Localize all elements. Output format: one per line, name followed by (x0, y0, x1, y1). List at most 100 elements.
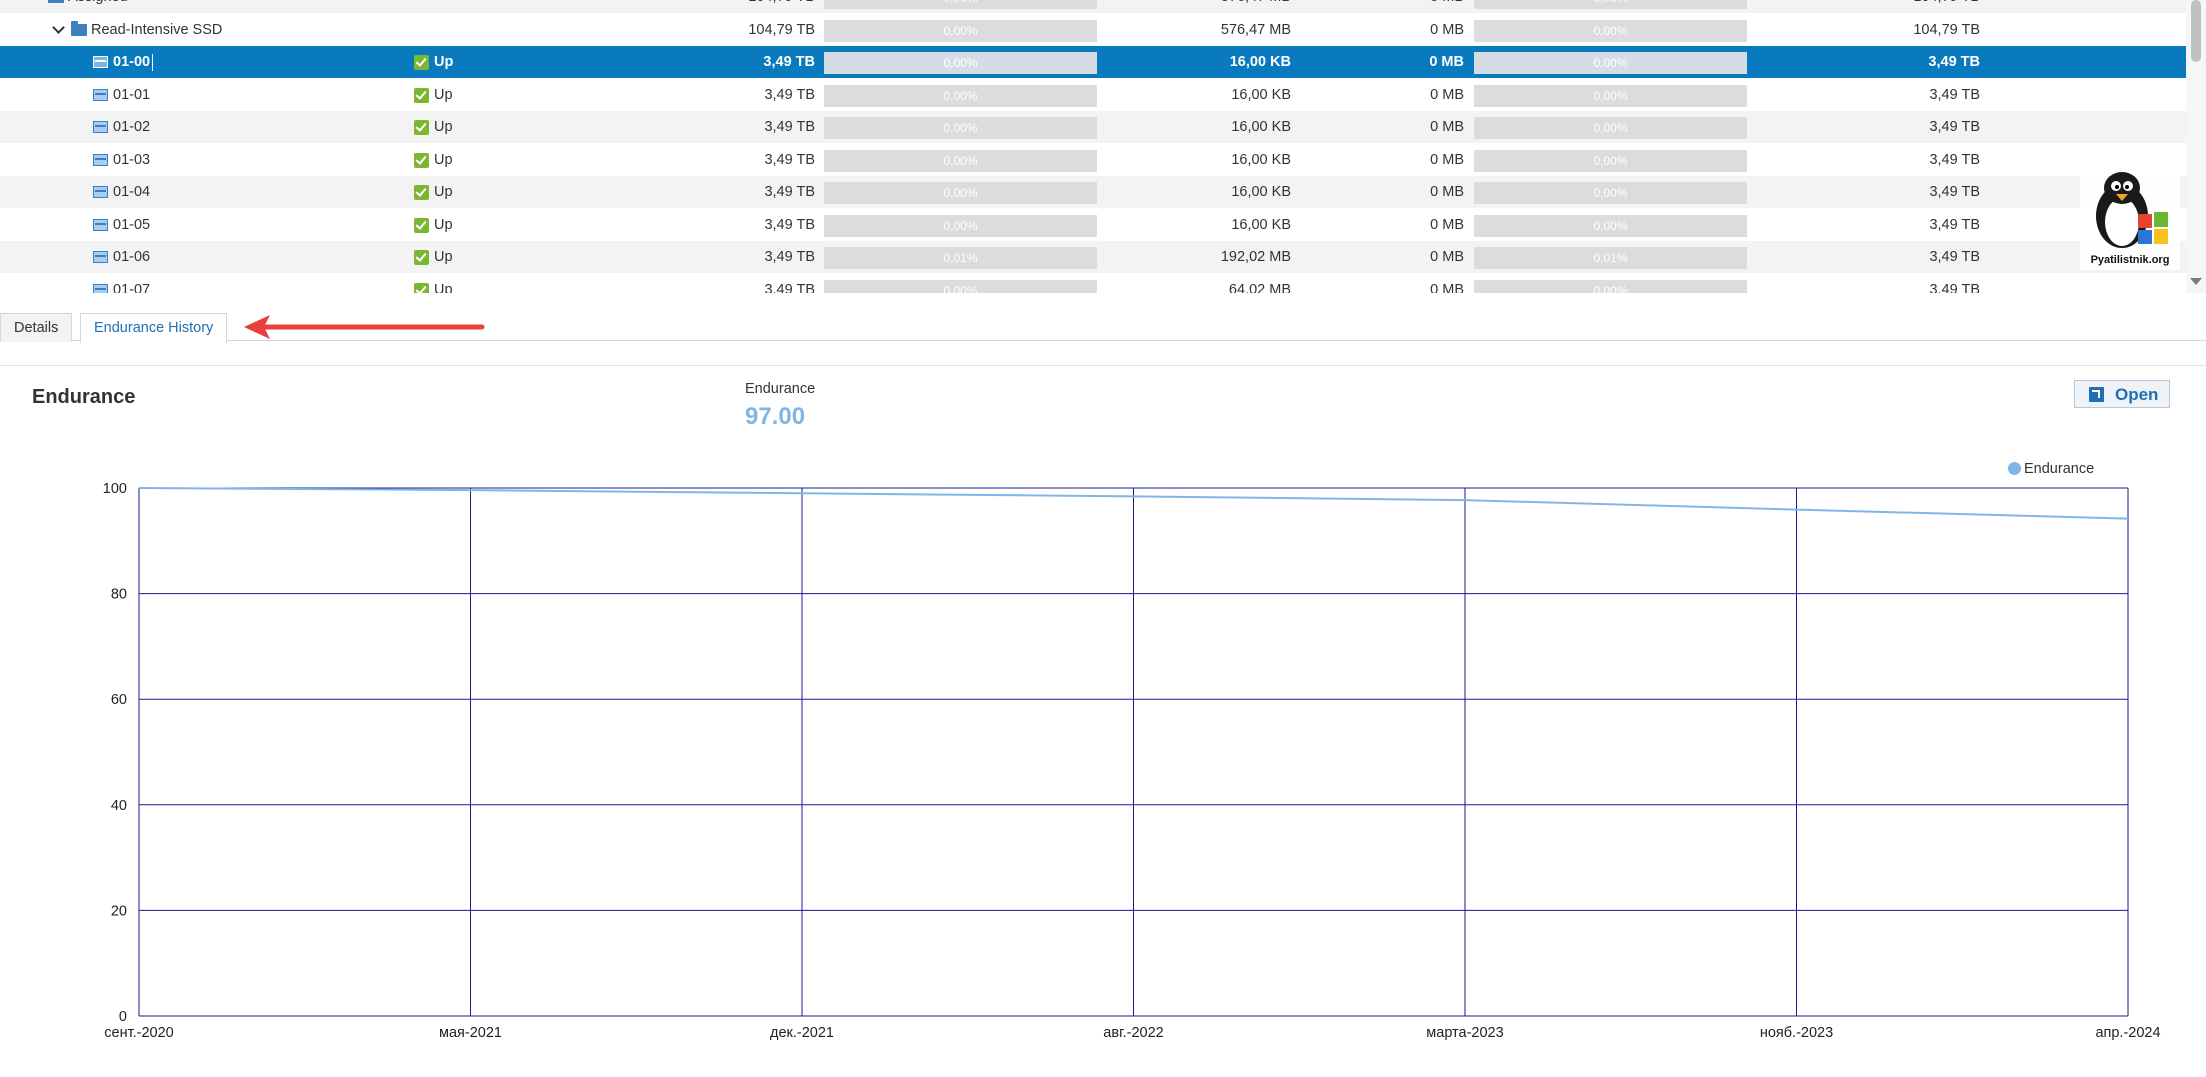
used-percent-bar: 0,00% (824, 52, 1097, 74)
allocated-cell: 0 MB (1429, 54, 1464, 70)
status-ok-icon (414, 250, 429, 265)
x-tick-label: сент.-2020 (104, 1025, 173, 1041)
status-ok-icon (414, 152, 429, 168)
used-cell: 16,00 KB (1231, 151, 1291, 168)
used-cell: 16,00 KB (1231, 216, 1291, 233)
used-percent-bar: 0,00% (824, 149, 1097, 172)
allocated-percent-bar: 0,00% (1474, 52, 1747, 74)
watermark-logo: Pyatilistnik.org (2080, 168, 2180, 270)
free-cell: 3,49 TB (1929, 184, 1980, 200)
free-cell: 3,49 TB (1929, 86, 1980, 103)
folder-icon (71, 20, 87, 36)
table-row[interactable]: 01-01 Up 3,49 TB 0,00% 16,00 KB 0 MB 0,00% 3,49… (0, 79, 2186, 111)
row-name: 01-03 (113, 151, 151, 168)
y-tick-label: 0 (119, 1009, 127, 1025)
scroll-down-arrow-icon[interactable] (2190, 278, 2202, 285)
penguin-windows-icon (2096, 172, 2168, 248)
status-ok-icon (414, 55, 429, 70)
size-cell: 3,49 TB (764, 151, 815, 168)
size-cell: 3,49 TB (764, 281, 815, 294)
used-percent-bar: 0,00% (824, 214, 1097, 237)
status-ok-icon (414, 217, 429, 233)
used-cell: 576,47 MB (1131, 0, 1291, 13)
size-cell: 104,79 TB (665, 0, 815, 13)
size-cell: 3,49 TB (764, 184, 815, 200)
status-ok-icon (414, 282, 429, 293)
y-tick-label: 80 (111, 587, 127, 603)
used-cell: 576,47 MB (1220, 21, 1291, 38)
endurance-panel: Endurance Endurance 97.00 Open Endurance… (0, 365, 2206, 1077)
x-tick-label: нояб.-2023 (1760, 1025, 1833, 1041)
used-percent-bar: 0,00% (824, 84, 1097, 107)
text-caret (152, 54, 153, 71)
disk-icon (93, 121, 108, 133)
allocated-percent-bar: 0,01% (1474, 247, 1747, 269)
table-row[interactable]: 01-06 Up 3,49 TB 0,01% 192,02 MB 0 MB 0,01% 3,4… (0, 241, 2186, 273)
allocated-percent-bar: 0,00% (1474, 84, 1747, 107)
tab-details[interactable]: Details (0, 313, 73, 342)
free-cell: 3,49 TB (1929, 151, 1980, 168)
row-name: Assigned (68, 0, 128, 13)
chevron-down-icon[interactable] (52, 20, 65, 34)
used-cell: 16,00 KB (1231, 119, 1291, 135)
allocated-percent-bar: 0,00% (1474, 214, 1747, 237)
allocated-cell: 0 MB (1430, 184, 1464, 200)
folder-icon (48, 0, 64, 3)
disk-icon (93, 251, 108, 263)
x-tick-label: дек.-2021 (770, 1025, 834, 1041)
y-tick-label: 20 (111, 903, 127, 919)
table-row[interactable]: 01-05 Up 3,49 TB 0,00% 16,00 KB 0 MB 0,00% 3,49… (0, 209, 2186, 241)
endurance-chart: 0 20 40 60 80 100 сент.-2020 мая-2021 дек.-2021 а… (103, 481, 2161, 1041)
size-cell: 3,49 TB (764, 216, 815, 233)
scrollbar-thumb[interactable] (2191, 0, 2201, 62)
free-cell: 3,49 TB (1929, 281, 1980, 294)
status-cell: Up (434, 119, 453, 135)
used-cell: 16,00 KB (1229, 54, 1291, 70)
disk-icon (93, 283, 108, 293)
table-row[interactable]: 01-07 Up 3,49 TB 0,00% 64,02 MB 0 MB 0,00% 3,49… (0, 274, 2186, 294)
table-row-group[interactable]: Read-Intensive SSD 104,79 TB 0,00% 576,47 M… (0, 14, 2186, 46)
table-row[interactable]: 01-03 Up 3,49 TB 0,00% 16,00 KB 0 MB 0,00% 3,49… (0, 144, 2186, 176)
table-row[interactable]: 01-00 Up 3,49 TB 0,00% 16,00 KB 0 MB 0,00% 3,49… (0, 46, 2186, 78)
annotation-arrow-icon (244, 315, 485, 339)
disk-icon (93, 153, 108, 166)
allocated-cell: 0 MB (1430, 119, 1464, 135)
free-cell: 3,49 TB (1929, 119, 1980, 135)
row-name: Read-Intensive SSD (91, 21, 223, 38)
used-percent-bar: 0,00% (824, 0, 1097, 9)
status-cell: Up (434, 184, 453, 200)
table-row[interactable]: 01-02 Up 3,49 TB 0,00% 16,00 KB 0 MB 0,00% 3,49… (0, 111, 2186, 143)
status-cell: Up (434, 249, 453, 265)
used-percent-bar: 0,00% (824, 279, 1097, 293)
x-tick-label: мая-2021 (439, 1025, 502, 1041)
y-tick-label: 100 (103, 481, 127, 497)
row-name: 01-02 (113, 119, 151, 135)
row-name: 01-01 (113, 86, 151, 103)
table-row[interactable]: 01-04 Up 3,49 TB 0,00% 16,00 KB 0 MB 0,00% 3,49… (0, 176, 2186, 208)
free-cell: 3,49 TB (1928, 54, 1980, 70)
tab-endurance-history[interactable]: Endurance History (80, 313, 228, 343)
status-ok-icon (414, 120, 429, 135)
table-row[interactable]: Assigned 104,79 TB 0,00% 576,47 MB 0 MB 0,00%… (0, 0, 2186, 13)
grid-scrollbar[interactable] (2186, 0, 2206, 293)
status-cell: Up (434, 54, 454, 70)
disk-icon (93, 56, 108, 68)
allocated-percent-bar: 0,00% (1474, 182, 1747, 204)
free-cell: 3,49 TB (1929, 216, 1980, 233)
free-cell: 104,79 TB (1913, 21, 1980, 38)
allocated-cell: 0 MB (1430, 86, 1464, 103)
status-cell: Up (434, 216, 453, 233)
watermark-label: Pyatilistnik.org (2090, 254, 2170, 266)
size-cell: 3,49 TB (764, 119, 815, 135)
disk-grid: Assigned 104,79 TB 0,00% 576,47 MB 0 MB 0,00%… (0, 0, 2206, 293)
status-ok-icon (414, 185, 429, 200)
allocated-cell: 0 MB (1430, 21, 1464, 38)
allocated-percent-bar: 0,00% (1474, 19, 1747, 42)
allocated-cell: 0 MB (1430, 216, 1464, 233)
row-name: 01-07 (113, 281, 151, 294)
allocated-percent-bar: 0,00% (1474, 117, 1747, 139)
row-name: 01-05 (113, 216, 151, 233)
used-cell: 16,00 KB (1231, 184, 1291, 200)
y-tick-label: 40 (111, 798, 127, 814)
disk-icon (93, 186, 108, 198)
